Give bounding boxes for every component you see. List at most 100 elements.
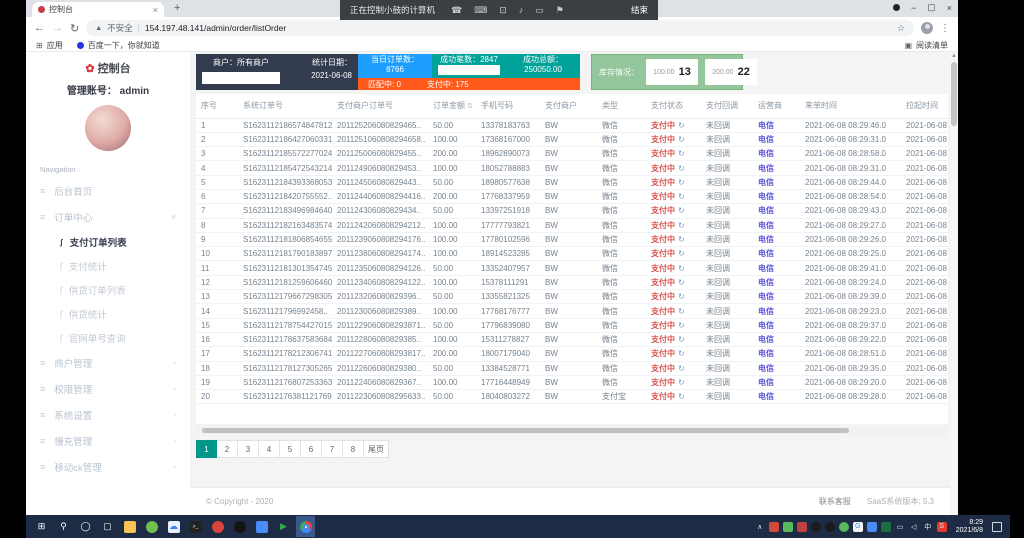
scrollbar-up-icon[interactable]: ▲	[951, 53, 957, 59]
refresh-icon[interactable]: ↻	[678, 164, 685, 173]
sidebar-item-orders[interactable]: ≡订单中心∨	[26, 204, 190, 230]
cortana-icon[interactable]: ◯	[76, 516, 95, 537]
table-row[interactable]: 10S1623112181790183897320112380608082941…	[196, 247, 948, 261]
operator-link[interactable]: 电信	[758, 321, 774, 330]
table-row[interactable]: 8S16231121821634835748201124206080829421…	[196, 218, 948, 232]
page-scrollbar[interactable]: ▲	[950, 52, 958, 515]
operator-link[interactable]: 电信	[758, 349, 774, 358]
table-row[interactable]: 1S1623112186574847812201125206080829465.…	[196, 118, 948, 132]
capture-icon[interactable]: ⊡	[499, 5, 507, 16]
notification-center-icon[interactable]	[992, 522, 1002, 532]
operator-link[interactable]: 电信	[758, 307, 774, 316]
operator-link[interactable]: 电信	[758, 121, 774, 130]
tray-app-green-icon[interactable]	[783, 522, 793, 532]
table-row[interactable]: 6S162311218420755552..201124406080829441…	[196, 189, 948, 203]
tray-volume-icon[interactable]: ◁	[909, 522, 919, 532]
sidebar-item-system[interactable]: ≡系统设置›	[26, 402, 190, 428]
page-scrollbar-thumb[interactable]	[951, 62, 957, 126]
refresh-icon[interactable]: ↻	[678, 178, 685, 187]
tray-ime-icon[interactable]: 中	[923, 522, 933, 532]
table-row[interactable]: 16S1623112178637583684201122806080829385…	[196, 332, 948, 346]
operator-link[interactable]: 电信	[758, 221, 774, 230]
table-row[interactable]: 4S16231121854725432146201124906080829453…	[196, 161, 948, 175]
table-row[interactable]: 12S1623112181259606460420112340608082941…	[196, 275, 948, 289]
refresh-icon[interactable]: ↻	[678, 249, 685, 258]
tray-app-green2-icon[interactable]	[839, 522, 849, 532]
sidebar-subitem[interactable]: ʃ官网单号查询	[26, 326, 190, 350]
table-row[interactable]: 11S1623112181301354745420112350608082941…	[196, 261, 948, 275]
merchant-filter-input[interactable]	[202, 72, 280, 84]
file-explorer-icon[interactable]	[120, 516, 139, 537]
screen-icon[interactable]: ▭	[535, 5, 544, 16]
sort-icon[interactable]: ⇅	[467, 103, 473, 110]
table-row[interactable]: 5S1623112184393368053201124506080829443.…	[196, 175, 948, 189]
page-button[interactable]: 1	[196, 440, 217, 458]
tray-app-red2-icon[interactable]	[797, 522, 807, 532]
page-button[interactable]: 7	[322, 440, 343, 458]
table-row[interactable]: 2S16231121864270603312011251060808294658…	[196, 132, 948, 146]
new-tab-button[interactable]: +	[174, 2, 180, 14]
refresh-icon[interactable]: ↻	[678, 378, 685, 387]
task-view-icon[interactable]: ▢	[98, 516, 117, 537]
operator-link[interactable]: 电信	[758, 235, 774, 244]
operator-link[interactable]: 电信	[758, 392, 774, 401]
sidebar-item-recharge[interactable]: ≡慢充管理›	[26, 428, 190, 454]
table-row[interactable]: 14S16231121796992458..201123006080829389…	[196, 304, 948, 318]
operator-link[interactable]: 电信	[758, 335, 774, 344]
operator-link[interactable]: 电信	[758, 178, 774, 187]
refresh-icon[interactable]: ↻	[678, 149, 685, 158]
back-button[interactable]: ←	[34, 22, 45, 34]
todesk-icon[interactable]: ☁	[164, 516, 183, 537]
operator-link[interactable]: 电信	[758, 149, 774, 158]
apps-shortcut[interactable]: ⊞ 应用	[36, 40, 63, 51]
refresh-icon[interactable]: ↻	[678, 364, 685, 373]
page-button[interactable]: 8	[343, 440, 364, 458]
tab-close-icon[interactable]: ×	[153, 5, 158, 15]
sidebar-subitem[interactable]: ʃ供货订单列表	[26, 278, 190, 302]
bookmark-star-icon[interactable]: ☆	[897, 23, 905, 34]
sidebar-item-home[interactable]: ≡后台首页	[26, 178, 190, 204]
page-button[interactable]: 6	[301, 440, 322, 458]
table-row[interactable]: 13S1623112179667298305820112320608082939…	[196, 290, 948, 304]
table-row[interactable]: 17S1623112178212306741201122706080829381…	[196, 347, 948, 361]
refresh-icon[interactable]: ↻	[678, 192, 685, 201]
maximize-button[interactable]: ▢	[927, 2, 936, 13]
keyboard-icon[interactable]: ⌨	[474, 5, 487, 16]
tray-excel-icon[interactable]	[881, 522, 891, 532]
table-row[interactable]: 18S1623112178127305265220112260608082938…	[196, 361, 948, 375]
operator-link[interactable]: 电信	[758, 264, 774, 273]
tray-app-red-icon[interactable]	[769, 522, 779, 532]
sound-icon[interactable]: ♪	[519, 5, 524, 16]
tray-app-blue-icon[interactable]	[867, 522, 877, 532]
operator-link[interactable]: 电信	[758, 192, 774, 201]
table-row[interactable]: 20S1623112176381121769720112230608082956…	[196, 390, 948, 404]
search-icon[interactable]: ⚲	[54, 516, 73, 537]
refresh-icon[interactable]: ↻	[678, 392, 685, 401]
table-row[interactable]: 15S1623112178754427015120112290608082938…	[196, 318, 948, 332]
chrome-icon[interactable]	[296, 516, 315, 537]
sidebar-subitem[interactable]: ʃ支付统计	[26, 254, 190, 278]
page-button[interactable]: 4	[259, 440, 280, 458]
terminal-icon[interactable]: >_	[186, 516, 205, 537]
operator-link[interactable]: 电信	[758, 164, 774, 173]
sidebar-subitem[interactable]: ʃ支付订单列表	[26, 230, 190, 254]
horizontal-scrollbar[interactable]	[196, 427, 948, 434]
tray-sogou-icon[interactable]: S	[937, 522, 947, 532]
close-button[interactable]: ×	[947, 3, 952, 13]
table-row[interactable]: 19S1623112176807253363720112240608082936…	[196, 375, 948, 389]
table-row[interactable]: 9S16231121818068546557201123906080829417…	[196, 232, 948, 246]
sidebar-item-mobile-ck[interactable]: ≡移动ck管理›	[26, 454, 190, 480]
page-button[interactable]: 2	[217, 440, 238, 458]
operator-link[interactable]: 电信	[758, 278, 774, 287]
tray-google-icon[interactable]: G	[853, 522, 863, 532]
sidebar-item-permissions[interactable]: ≡权限管理›	[26, 376, 190, 402]
refresh-icon[interactable]: ↻	[678, 264, 685, 273]
taskbar-clock[interactable]: 8:29 2021/6/8	[956, 519, 983, 535]
refresh-icon[interactable]: ↻	[678, 335, 685, 344]
table-row[interactable]: 7S1623112183496984640201124306080829434.…	[196, 204, 948, 218]
refresh-icon[interactable]: ↻	[678, 321, 685, 330]
start-icon[interactable]: ⊞	[32, 516, 51, 537]
reload-button[interactable]: ↻	[70, 22, 79, 35]
tray-qq2-icon[interactable]	[825, 522, 835, 532]
refresh-icon[interactable]: ↻	[678, 235, 685, 244]
